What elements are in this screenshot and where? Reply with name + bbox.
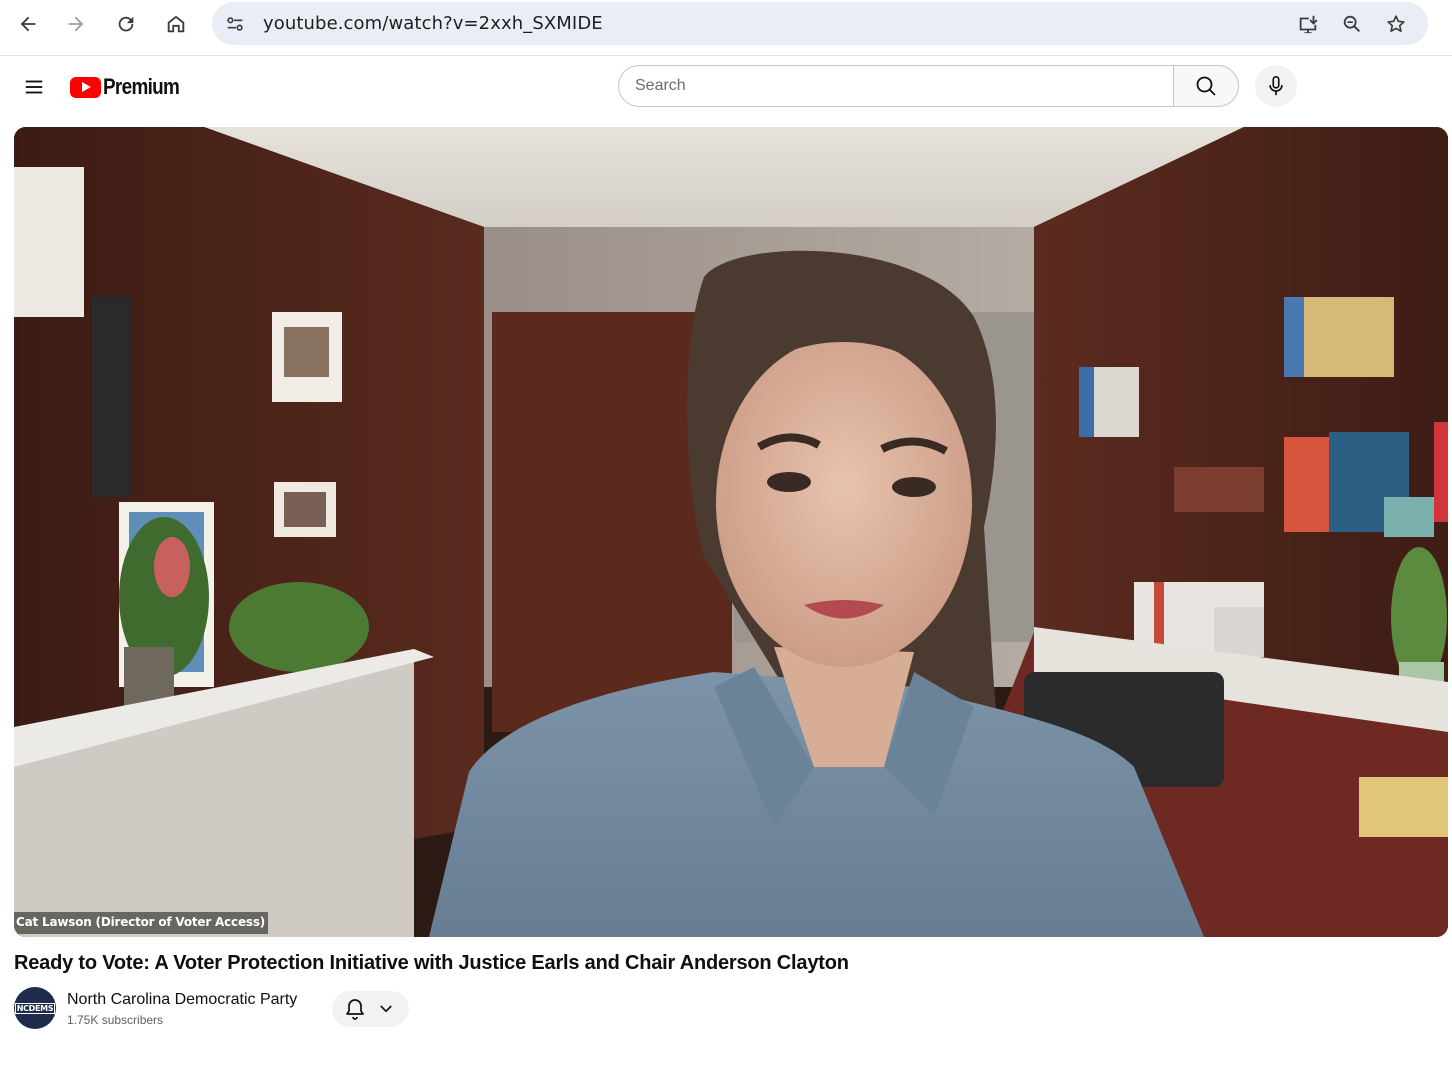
notification-subscribe-button[interactable] xyxy=(332,991,409,1027)
microphone-icon xyxy=(1269,76,1283,96)
zoom-button[interactable] xyxy=(1338,10,1366,38)
home-icon xyxy=(167,15,185,33)
subscriber-count: 1.75K subscribers xyxy=(67,1013,164,1027)
install-app-icon xyxy=(1299,15,1318,34)
forward-button[interactable] xyxy=(58,6,94,42)
channel-name[interactable]: North Carolina Democratic Party xyxy=(67,991,297,1009)
bell-icon xyxy=(346,999,364,1020)
search-box xyxy=(618,65,1174,107)
youtube-play-icon xyxy=(70,76,101,98)
address-bar[interactable]: youtube.com/watch?v=2xxh_SXMIDE xyxy=(212,2,1428,45)
zoom-icon xyxy=(1343,15,1361,33)
url-text[interactable]: youtube.com/watch?v=2xxh_SXMIDE xyxy=(263,13,603,34)
browser-toolbar: youtube.com/watch?v=2xxh_SXMIDE xyxy=(0,0,1452,56)
forward-arrow-icon xyxy=(68,16,84,32)
search-icon xyxy=(1196,76,1216,96)
video-title: Ready to Vote: A Voter Protection Initia… xyxy=(14,952,849,974)
search-button[interactable] xyxy=(1173,65,1239,107)
channel-avatar[interactable]: NCDEMS xyxy=(14,987,56,1029)
bookmark-button[interactable] xyxy=(1382,10,1410,38)
guide-menu-button[interactable] xyxy=(16,69,52,105)
bookmark-star-icon xyxy=(1387,15,1405,32)
speaker-name-tag: Cat Lawson (Director of Voter Access) xyxy=(14,912,269,934)
avatar-logo-text: NCDEMS xyxy=(14,1002,56,1014)
hamburger-menu-icon xyxy=(25,80,43,94)
youtube-premium-logo[interactable]: Premium xyxy=(70,74,192,99)
video-player[interactable]: Cat Lawson (Director of Voter Access) xyxy=(14,127,1448,937)
site-info-icon xyxy=(227,17,243,31)
reload-button[interactable] xyxy=(108,6,144,42)
voice-search-button[interactable] xyxy=(1255,65,1297,107)
home-button[interactable] xyxy=(158,6,194,42)
video-frame xyxy=(14,127,1448,937)
reload-icon xyxy=(118,16,134,32)
back-arrow-icon xyxy=(20,16,36,32)
chevron-down-icon xyxy=(380,1005,392,1013)
install-app-button[interactable] xyxy=(1294,10,1322,38)
search-input[interactable] xyxy=(635,75,1155,97)
logo-text: Premium xyxy=(103,74,180,99)
site-info-button[interactable] xyxy=(222,11,248,37)
back-button[interactable] xyxy=(10,6,46,42)
youtube-masthead: Premium xyxy=(0,57,1452,117)
